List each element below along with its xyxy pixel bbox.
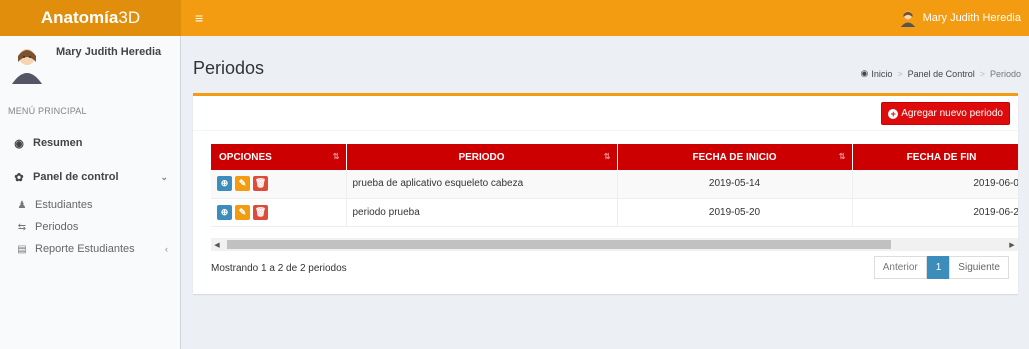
pagination: Anterior 1 Siguiente xyxy=(873,256,1009,279)
periodo-cell: prueba de aplicativo esqueleto cabeza xyxy=(346,170,618,199)
sidebar-item-estudiantes[interactable]: ♟ Estudiantes xyxy=(0,194,180,216)
bars-icon[interactable]: ≡ xyxy=(195,11,203,25)
arrow-right-icon[interactable]: ▶ xyxy=(1006,241,1018,249)
view-button[interactable]: ⊕ xyxy=(217,176,232,192)
avatar xyxy=(12,49,42,84)
scrollbar-thumb[interactable] xyxy=(227,240,891,249)
sidebar-item-resumen[interactable]: ◉ Resumen xyxy=(0,126,180,160)
column-header-label: PERIODO xyxy=(458,151,505,163)
brand-name-thin: 3D xyxy=(118,8,141,27)
table-row: ⊕ ✎ 🗑 prueba de aplicativo esqueleto cab… xyxy=(211,170,1018,199)
fecha-inicio-cell: 2019-05-20 xyxy=(617,198,853,227)
horizontal-scrollbar[interactable]: ◀ ▶ xyxy=(211,238,1018,251)
delete-button[interactable]: 🗑 xyxy=(253,204,268,220)
user-name-top: Mary Judith Heredia xyxy=(922,12,1021,24)
sidebar: Mary Judith Heredia MENÚ PRINCIPAL ◉ Res… xyxy=(0,36,181,349)
edit-button[interactable]: ✎ xyxy=(235,204,250,220)
view-button[interactable]: ⊕ xyxy=(217,204,232,220)
transfer-icon: ⇆ xyxy=(17,221,27,233)
arrow-left-icon[interactable]: ◀ xyxy=(211,241,223,249)
breadcrumb-separator: > xyxy=(897,68,903,79)
chevron-left-icon: ‹ xyxy=(165,244,168,254)
sort-icon: ⇅ xyxy=(838,152,846,161)
sort-icon: ⇅ xyxy=(332,152,340,161)
user-panel: Mary Judith Heredia xyxy=(0,36,180,96)
avatar-icon xyxy=(900,11,915,27)
brand-logo[interactable]: Anatomía 3D xyxy=(0,0,181,36)
options-cell: ⊕ ✎ 🗑 xyxy=(211,198,347,227)
sidebar-item-reporte-estudiantes[interactable]: ▤ Reporte Estudiantes ‹ xyxy=(0,238,180,260)
dashboard-icon: ◉ xyxy=(860,68,869,78)
fecha-inicio-cell: 2019-05-14 xyxy=(617,170,853,199)
sidebar-item-label: Periodos xyxy=(35,221,79,233)
sidebar-item-periodos[interactable]: ⇆ Periodos xyxy=(0,216,180,238)
sidebar-item-panel-de-control[interactable]: ✿ Panel de control ⌄ xyxy=(0,160,180,194)
column-header-label: FECHA DE INICIO xyxy=(692,151,777,163)
content-header: Periodos ◉ Inicio > Panel de Control > P… xyxy=(181,36,1029,94)
add-period-label: Agregar nuevo periodo xyxy=(901,108,1003,119)
gear-icon: ✿ xyxy=(14,171,24,184)
pagination-next[interactable]: Siguiente xyxy=(949,256,1009,279)
column-header-fecha-fin[interactable]: FECHA DE FIN xyxy=(852,144,1018,170)
pagination-page-1[interactable]: 1 xyxy=(926,256,951,279)
table-info: Mostrando 1 a 2 de 2 periodos xyxy=(211,263,347,274)
user-menu[interactable]: Mary Judith Heredia xyxy=(899,9,1021,27)
table-row: ⊕ ✎ 🗑 periodo prueba 2019-05-20 2019-06-… xyxy=(211,198,1018,227)
sidebar-item-label: Estudiantes xyxy=(35,199,93,211)
sidebar-item-label: Panel de control xyxy=(33,171,119,183)
page-title: Periodos xyxy=(193,58,265,78)
delete-button[interactable]: 🗑 xyxy=(253,176,268,192)
pagination-prev[interactable]: Anterior xyxy=(873,256,927,279)
box-toolbar: + Agregar nuevo periodo xyxy=(193,96,1018,131)
periodo-cell: periodo prueba xyxy=(346,198,618,227)
breadcrumb-inicio[interactable]: Inicio xyxy=(871,69,892,79)
column-header-periodo[interactable]: PERIODO ⇅ xyxy=(346,144,618,170)
options-cell: ⊕ ✎ 🗑 xyxy=(211,170,347,199)
chevron-down-icon: ⌄ xyxy=(160,171,168,182)
sort-icon: ⇅ xyxy=(603,152,611,161)
brand-name-bold: Anatomía xyxy=(40,8,119,27)
fecha-fin-cell: 2019-06-20 xyxy=(852,198,1018,227)
column-header-label: FECHA DE FIN xyxy=(906,151,977,163)
column-header-fecha-inicio[interactable]: FECHA DE INICIO ⇅ xyxy=(617,144,853,170)
file-icon: ▤ xyxy=(17,243,27,255)
breadcrumb-current: Periodo xyxy=(989,68,1021,79)
plus-circle-icon: + xyxy=(888,108,899,119)
add-period-button[interactable]: + Agregar nuevo periodo xyxy=(881,102,1010,125)
periods-table: OPCIONES ⇅ PERIODO ⇅ FECHA DE INICIO ⇅ FECH… xyxy=(211,144,1018,227)
main-content: Periodos ◉ Inicio > Panel de Control > P… xyxy=(181,36,1029,349)
edit-button[interactable]: ✎ xyxy=(235,176,250,192)
table-header-row: OPCIONES ⇅ PERIODO ⇅ FECHA DE INICIO ⇅ FECH… xyxy=(211,144,1018,170)
top-navbar: Anatomía 3D ≡ Mary Judith Heredia xyxy=(0,0,1029,36)
fecha-fin-cell: 2019-06-08 xyxy=(852,170,1018,199)
breadcrumb-separator: > xyxy=(979,68,985,79)
sidebar-user-name: Mary Judith Heredia xyxy=(56,46,162,58)
dashboard-icon: ◉ xyxy=(14,137,24,150)
sidebar-item-label: Reporte Estudiantes xyxy=(35,243,135,255)
menu-header: MENÚ PRINCIPAL xyxy=(8,106,87,116)
sidebar-item-label: Resumen xyxy=(33,137,83,149)
column-header-label: OPCIONES xyxy=(219,151,272,163)
breadcrumb: ◉ Inicio > Panel de Control > Periodo xyxy=(861,68,1021,79)
column-header-opciones[interactable]: OPCIONES ⇅ xyxy=(211,144,347,170)
user-icon: ♟ xyxy=(17,199,27,211)
breadcrumb-panel[interactable]: Panel de Control xyxy=(908,69,975,79)
